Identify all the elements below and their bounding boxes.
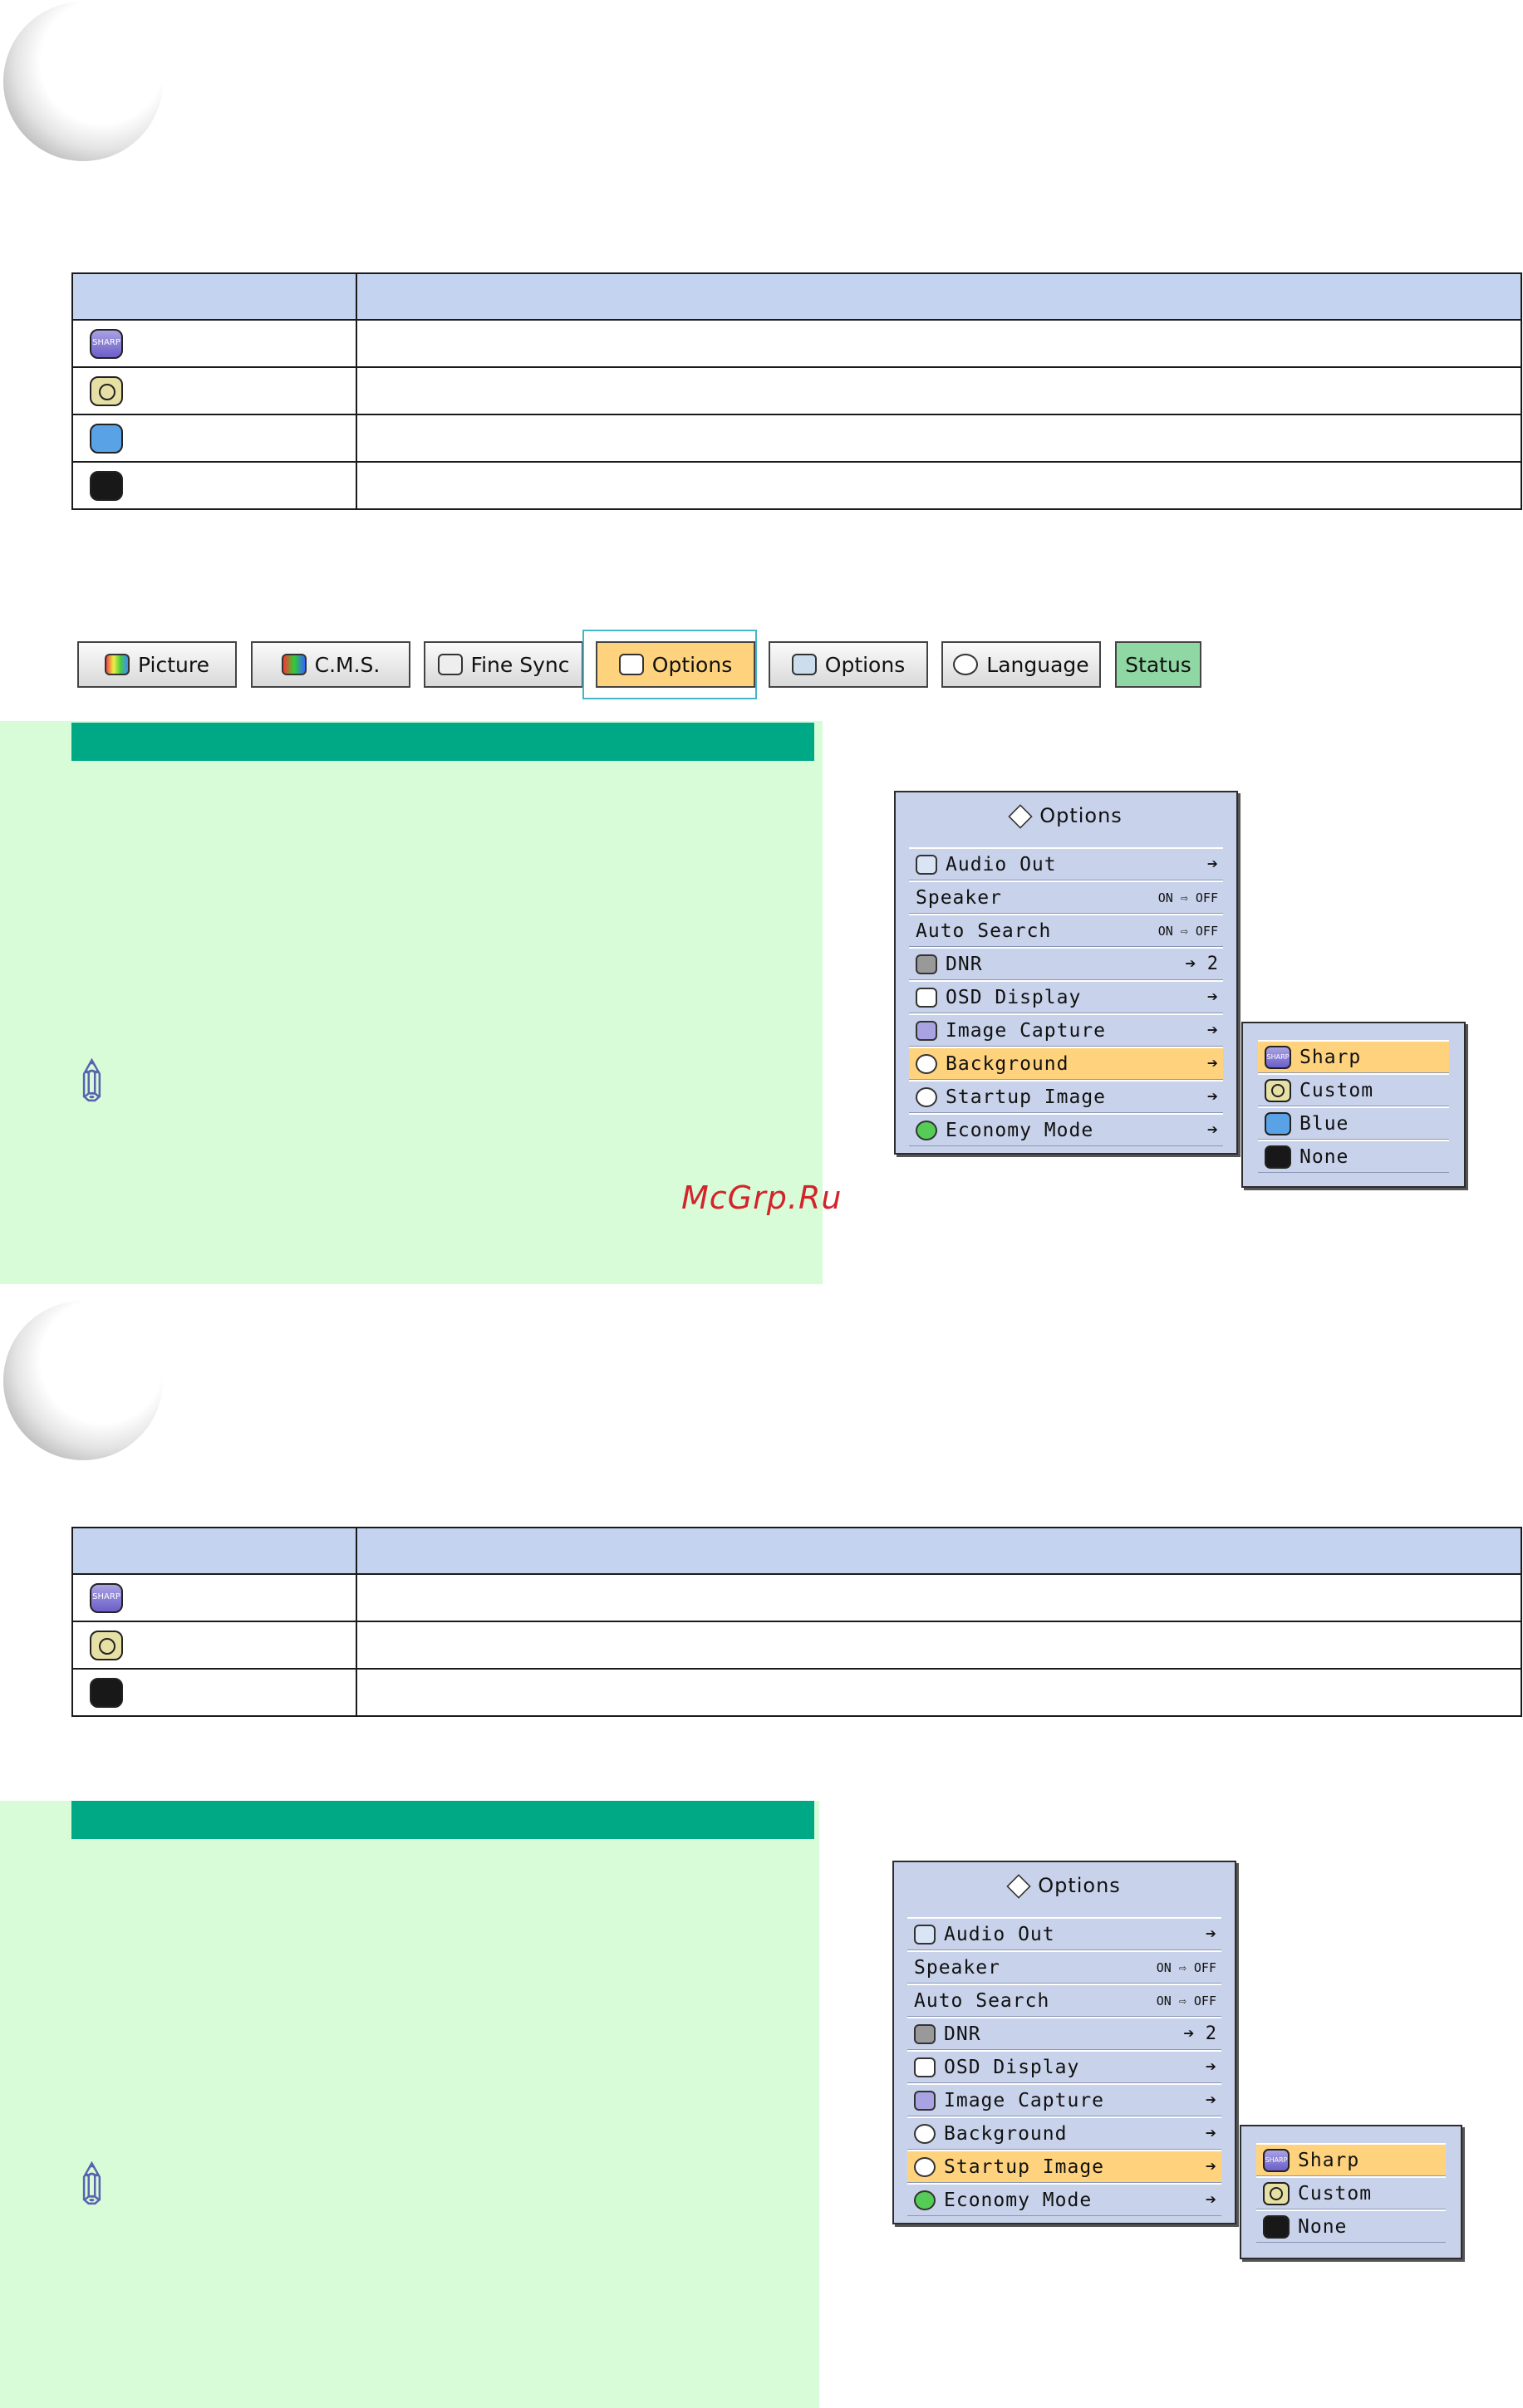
options-icon (618, 654, 644, 675)
section-circle-bottom (3, 1301, 163, 1460)
osd-row-background[interactable]: Background ➔ (909, 1047, 1223, 1080)
submenu-item-custom[interactable]: Custom (1256, 2176, 1446, 2209)
table-row (71, 1668, 1522, 1717)
options-icon (1006, 1874, 1031, 1899)
osd-row-osd-display[interactable]: OSD Display ➔ (909, 980, 1223, 1013)
osd-row-image-capture[interactable]: Image Capture ➔ (909, 1013, 1223, 1047)
osd-row-startup-image[interactable]: Startup Image ➔ (909, 1080, 1223, 1113)
speaker-icon (914, 1924, 936, 1945)
osd-row-speaker[interactable]: Speaker ON ⇨ OFF (907, 1950, 1221, 1984)
osd-display-icon (916, 987, 937, 1008)
osd-row-dnr[interactable]: DNR ➔ 2 (907, 2017, 1221, 2050)
cms-icon (281, 654, 307, 675)
fine-sync-icon (437, 654, 463, 675)
blue-tile-icon (1265, 1111, 1291, 1135)
tab-fine-sync[interactable]: Fine Sync (424, 641, 583, 688)
none-tile-icon (90, 470, 123, 501)
osd-row-osd-display[interactable]: OSD Display ➔ (907, 2050, 1221, 2083)
table-row (71, 461, 1522, 510)
tab-label: Fine Sync (470, 652, 570, 677)
submenu-item-custom[interactable]: Custom (1258, 1073, 1449, 1106)
none-tile-icon (1263, 2214, 1290, 2239)
submenu-item-sharp[interactable]: Sharp (1256, 2143, 1446, 2176)
table-row (71, 366, 1522, 415)
sharp-tile-icon (1263, 2148, 1290, 2172)
sharp-tile-icon (90, 328, 123, 359)
table-header-row (71, 1527, 1522, 1575)
tab-options[interactable]: Options (769, 641, 928, 688)
osd-row-auto-search[interactable]: Auto Search ON ⇨ OFF (907, 1984, 1221, 2017)
table-row (71, 1621, 1522, 1670)
none-tile-icon (90, 1677, 123, 1708)
dnr-icon (916, 954, 937, 974)
instruction-panel-2 (0, 1801, 819, 2408)
tab-options-active[interactable]: Options (596, 641, 755, 688)
sharp-tile-icon (90, 1582, 123, 1613)
language-icon (953, 654, 979, 675)
economy-mode-icon (914, 2190, 936, 2210)
instruction-heading-bar-2 (71, 1801, 814, 1839)
submenu-item-blue[interactable]: Blue (1258, 1106, 1449, 1140)
blue-tile-icon (90, 423, 123, 454)
background-icon (916, 1053, 937, 1074)
osd-row-audio-out[interactable]: Audio Out ➔ (909, 847, 1223, 880)
startup-image-icon (914, 2156, 936, 2177)
image-capture-icon (914, 2090, 936, 2111)
options-icon (1008, 804, 1033, 829)
osd-row-startup-image[interactable]: Startup Image ➔ (907, 2150, 1221, 2183)
sharp-tile-icon (1265, 1045, 1291, 1069)
none-tile-icon (1265, 1145, 1291, 1169)
osd-row-image-capture[interactable]: Image Capture ➔ (907, 2083, 1221, 2116)
submenu-item-none[interactable]: None (1256, 2209, 1446, 2243)
table-row (71, 1573, 1522, 1622)
background-options-table (71, 272, 1522, 510)
tab-status[interactable]: Status (1115, 641, 1201, 688)
picture-icon (105, 654, 130, 675)
osd-display-icon (914, 2057, 936, 2077)
tab-label: Picture (138, 652, 209, 677)
submenu-item-none[interactable]: None (1258, 1140, 1449, 1173)
dnr-icon (914, 2023, 936, 2044)
instruction-heading-bar-1 (71, 723, 814, 761)
table-row (71, 414, 1522, 463)
osd-startup-image-submenu: Sharp Custom None (1240, 2125, 1462, 2259)
table-row (71, 319, 1522, 368)
osd-row-economy-mode[interactable]: Economy Mode ➔ (909, 1113, 1223, 1146)
tab-label: Options (651, 652, 733, 677)
tab-language[interactable]: Language (941, 641, 1101, 688)
custom-tile-icon (1265, 1078, 1291, 1102)
submenu-item-sharp[interactable]: Sharp (1258, 1040, 1449, 1073)
osd-menu-title: Options (894, 1874, 1235, 1899)
startup-image-options-table (71, 1527, 1522, 1717)
osd-menu-title: Options (896, 804, 1236, 829)
tab-label: Status (1125, 652, 1191, 677)
custom-tile-icon (1263, 2181, 1290, 2205)
osd-row-dnr[interactable]: DNR ➔ 2 (909, 947, 1223, 980)
tab-label: Language (986, 652, 1089, 677)
economy-mode-icon (916, 1120, 937, 1140)
options-icon (791, 654, 817, 675)
table-header-row (71, 272, 1522, 321)
osd-options-menu-2: Options Audio Out ➔ Speaker ON ⇨ OFF Auto … (892, 1861, 1236, 2224)
speaker-icon (916, 854, 937, 875)
custom-tile-icon (90, 375, 123, 406)
tab-cms[interactable]: C.M.S. (251, 641, 410, 688)
osd-row-speaker[interactable]: Speaker ON ⇨ OFF (909, 880, 1223, 914)
background-icon (914, 2123, 936, 2144)
tab-picture[interactable]: Picture (77, 641, 237, 688)
tab-label: Options (824, 652, 906, 677)
osd-row-audio-out[interactable]: Audio Out ➔ (907, 1917, 1221, 1950)
section-circle-top (3, 2, 163, 161)
osd-row-background[interactable]: Background ➔ (907, 2116, 1221, 2150)
watermark-text: McGrp.Ru (681, 1179, 843, 1216)
osd-row-economy-mode[interactable]: Economy Mode ➔ (907, 2183, 1221, 2216)
osd-options-menu-1: Options Audio Out ➔ Speaker ON ⇨ OFF Auto … (894, 791, 1238, 1155)
custom-tile-icon (90, 1630, 123, 1660)
osd-background-submenu: Sharp Custom Blue None (1241, 1022, 1466, 1188)
image-capture-icon (916, 1020, 937, 1041)
startup-image-icon (916, 1086, 937, 1107)
osd-row-auto-search[interactable]: Auto Search ON ⇨ OFF (909, 914, 1223, 947)
tab-label: C.M.S. (314, 652, 381, 677)
